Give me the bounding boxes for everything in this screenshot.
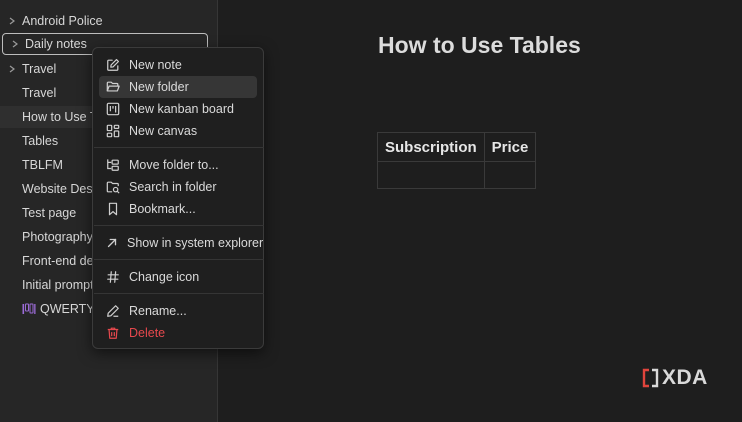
sidebar-item-label: Daily notes [25,37,87,51]
menu-divider [94,259,264,260]
table-header-cell[interactable]: Price [483,132,537,162]
menu-item-label: Bookmark... [129,202,196,216]
markdown-table[interactable]: Subscription Price [377,132,537,189]
hash-icon [105,269,121,285]
menu-item-label: Search in folder [129,180,217,194]
page-title: How to Use Tables [378,32,581,58]
menu-item-label: Rename... [129,304,187,318]
menu-item-label: Change icon [129,270,200,284]
xda-bracket-icon [642,368,659,388]
menu-item-delete[interactable]: Delete [99,322,257,344]
menu-item-label: New note [129,58,182,72]
table-cell[interactable] [483,161,537,189]
table-cell[interactable] [377,161,485,189]
menu-item-move-folder[interactable]: Move folder to... [99,154,257,176]
sidebar-item-label: Tables [22,134,59,148]
folder-open-icon [105,79,121,95]
menu-item-new-canvas[interactable]: New canvas [99,120,257,142]
edit-icon [105,57,121,73]
folder-context-menu: New note New folder New kanban board New… [92,47,264,349]
pencil-icon [105,303,121,319]
menu-divider [94,225,264,226]
menu-item-label: New folder [129,80,189,94]
trash-icon [105,325,121,341]
search-folder-icon [105,179,121,195]
chevron-right-icon [6,17,18,25]
editor-pane: How to Use Tables Subscription Price [219,0,742,422]
bookmark-icon [105,201,121,217]
menu-item-show-in-explorer[interactable]: Show in system explorer [99,232,263,254]
kanban-icon [105,101,121,117]
sidebar-item-label: Photography [22,230,93,244]
menu-item-label: Move folder to... [129,158,219,172]
sidebar-item-label: Initial prompts [22,278,100,292]
sidebar-item-label: Travel [22,86,57,100]
menu-item-new-kanban-board[interactable]: New kanban board [99,98,257,120]
menu-item-bookmark[interactable]: Bookmark... [99,198,257,220]
app-window: Android Police Daily notes Travel Travel… [0,0,742,422]
menu-item-label: New canvas [129,124,198,138]
sidebar-item-label: Android Police [22,14,103,28]
menu-item-new-folder[interactable]: New folder [99,76,257,98]
table-header-row: Subscription Price [377,132,537,162]
table-row [377,161,537,189]
sidebar-folder-android-police[interactable]: Android Police [0,10,210,32]
sidebar-item-label: Travel [22,62,57,76]
menu-item-rename[interactable]: Rename... [99,300,257,322]
menu-divider [94,293,264,294]
watermark-text: XDA [662,366,708,389]
xda-watermark-logo: XDA [642,366,708,390]
table-header-cell[interactable]: Subscription [377,132,485,162]
menu-item-new-note[interactable]: New note [99,54,257,76]
menu-item-search-in-folder[interactable]: Search in folder [99,176,257,198]
menu-divider [94,147,264,148]
menu-item-label: Show in system explorer [127,236,264,250]
menu-item-change-icon[interactable]: Change icon [99,266,257,288]
sidebar-item-label: TBLFM [22,158,63,172]
menu-item-label: New kanban board [129,102,234,116]
layout-dashboard-icon [105,123,121,139]
sidebar-item-label: Test page [22,206,77,220]
folder-tree-icon [105,157,121,173]
menu-item-label: Delete [129,326,166,340]
chevron-right-icon [9,40,21,48]
chevron-right-icon [6,65,18,73]
kanban-board-icon [22,303,36,315]
arrow-up-right-icon [105,235,119,251]
